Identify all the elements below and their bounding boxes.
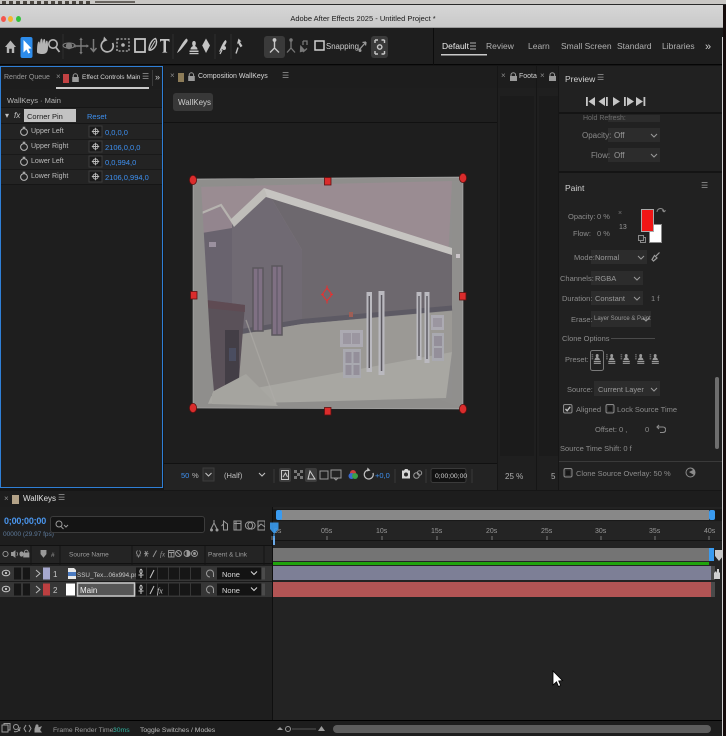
svg-text:Snapping: Snapping [326, 42, 359, 51]
svg-text:Learn: Learn [528, 41, 550, 51]
svg-text:Main: Main [80, 586, 97, 595]
svg-text:0;00;00;00: 0;00;00;00 [435, 473, 467, 480]
svg-text:Libraries: Libraries [662, 41, 695, 51]
svg-text:Parent & Link: Parent & Link [208, 552, 248, 559]
svg-text:50: 50 [181, 471, 189, 480]
svg-text:»: » [705, 41, 711, 53]
svg-text:20s: 20s [486, 528, 498, 535]
svg-text:Review: Review [486, 41, 515, 51]
svg-text:25s: 25s [541, 528, 553, 535]
svg-text:fx: fx [157, 587, 163, 596]
svg-text:+0,0: +0,0 [375, 471, 390, 480]
svg-text:1: 1 [53, 570, 58, 579]
svg-text:Small Screen: Small Screen [561, 41, 612, 51]
svg-text:30s: 30s [595, 528, 607, 535]
svg-text:40s: 40s [704, 528, 716, 535]
svg-text:Frame Render Time:: Frame Render Time: [53, 727, 115, 734]
svg-text:Standard: Standard [617, 41, 652, 51]
svg-text:fx: fx [160, 551, 166, 559]
svg-text:Toggle Switches / Modes: Toggle Switches / Modes [140, 727, 216, 734]
svg-text:10s: 10s [376, 528, 388, 535]
svg-text:(Half): (Half) [224, 471, 243, 480]
svg-text:35s: 35s [649, 528, 661, 535]
svg-text:None: None [222, 570, 240, 579]
svg-text:15s: 15s [431, 528, 443, 535]
svg-text:SSU_Tex...06x994.png: SSU_Tex...06x994.png [77, 572, 142, 579]
svg-text:05s: 05s [321, 528, 333, 535]
svg-text:30ms: 30ms [113, 727, 130, 734]
svg-text:2: 2 [53, 586, 58, 595]
svg-text:Default: Default [442, 41, 470, 51]
svg-text:#: # [51, 552, 55, 559]
svg-text:Source Name: Source Name [69, 552, 109, 559]
svg-text:%: % [192, 471, 199, 480]
svg-text:None: None [222, 586, 240, 595]
